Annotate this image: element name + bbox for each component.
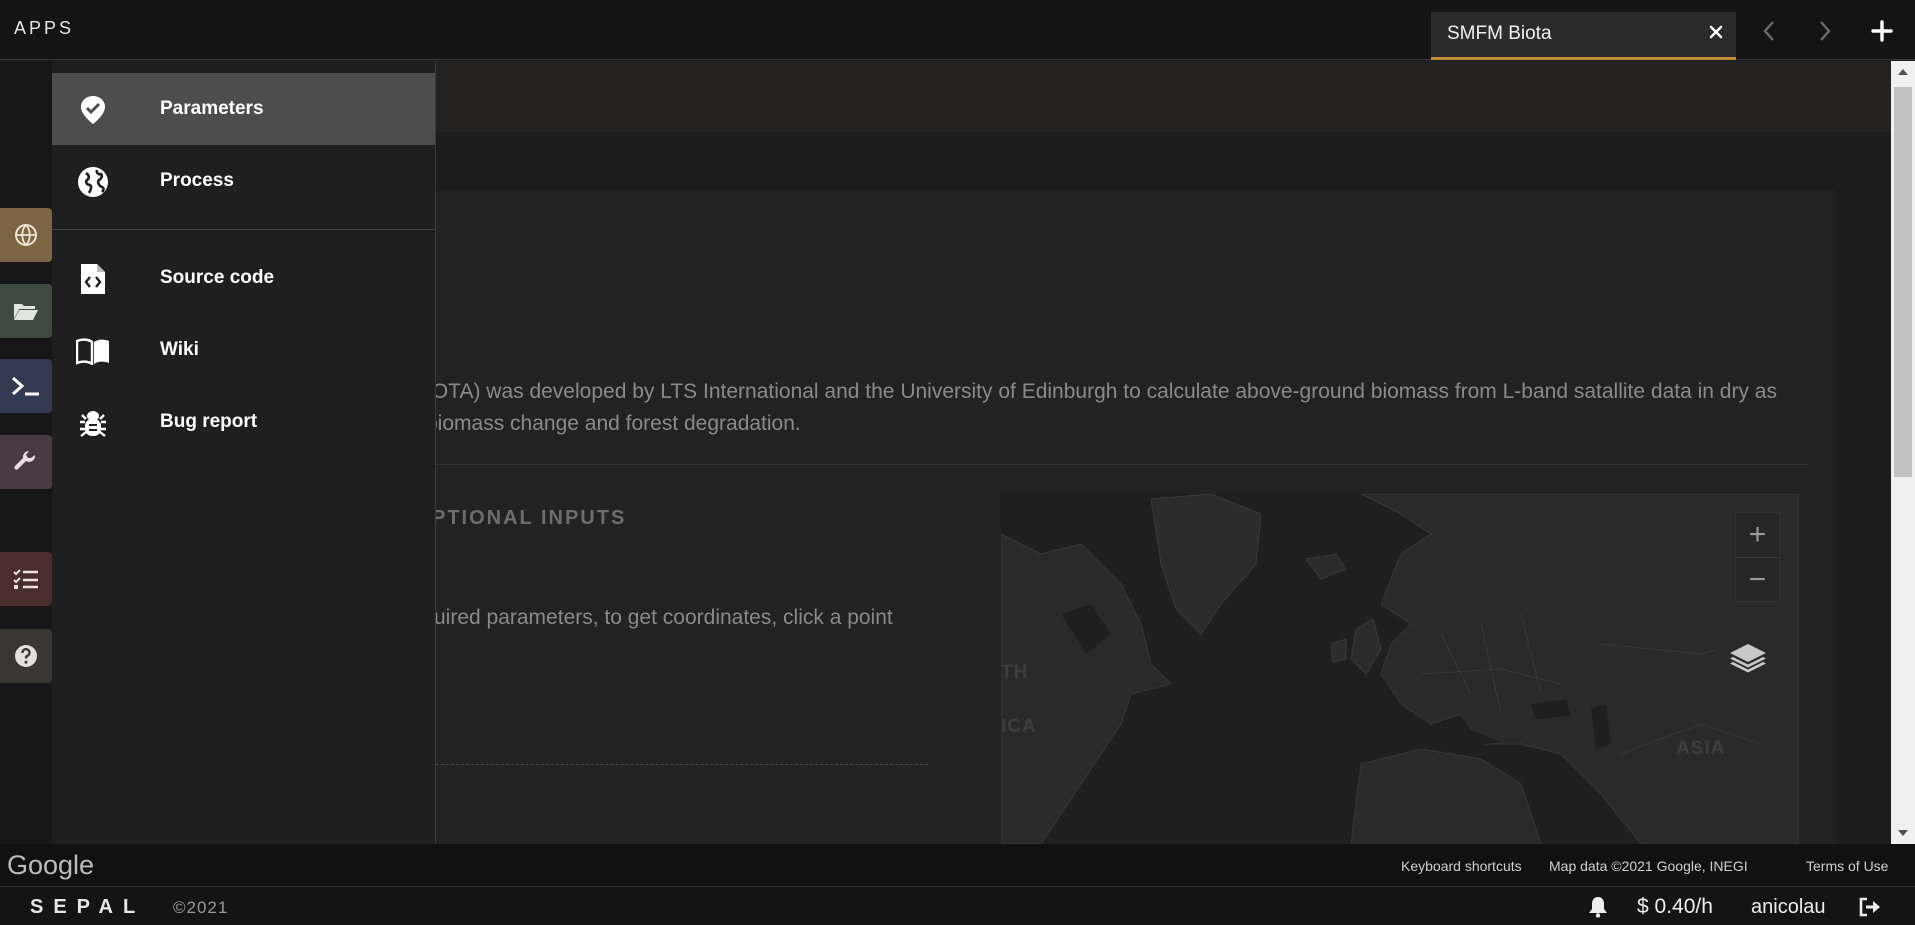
- terms-of-use-link[interactable]: Terms of Use: [1806, 858, 1888, 874]
- book-icon: [76, 334, 110, 368]
- chevron-right-icon[interactable]: [1808, 14, 1842, 48]
- map-footer: Google Keyboard shortcuts Map data ©2021…: [0, 844, 1915, 886]
- menu-item-label: Process: [160, 170, 234, 191]
- google-logo: Google: [7, 850, 95, 880]
- content-scrollbar[interactable]: [1891, 61, 1915, 844]
- rail-files-button[interactable]: [0, 284, 52, 338]
- logout-icon[interactable]: [1858, 895, 1882, 919]
- layers-icon: [1728, 638, 1768, 676]
- sepal-brand[interactable]: SEPAL: [30, 896, 145, 919]
- user-menu[interactable]: anicolau: [1751, 896, 1826, 919]
- menu-item-label: Source code: [160, 267, 275, 288]
- rail-apps-button[interactable]: [0, 435, 52, 489]
- app-tab-title: SMFM Biota: [1447, 23, 1552, 44]
- keyboard-shortcuts-link[interactable]: Keyboard shortcuts: [1401, 858, 1522, 874]
- budget-rate[interactable]: $ 0.40/h: [1637, 895, 1713, 919]
- optional-inputs-header: PTIONAL INPUTS: [432, 507, 627, 529]
- code-file-icon: [76, 262, 110, 296]
- chevron-left-icon[interactable]: [1752, 14, 1786, 48]
- map-data-attribution: Map data ©2021 Google, INEGI: [1549, 858, 1748, 874]
- rail-help-button[interactable]: [0, 629, 52, 683]
- folder-icon: [13, 301, 39, 321]
- about-text: IOTA) was developed by LTS International…: [426, 380, 1777, 435]
- app-menu: Parameters Process Source code Wiki Bug …: [52, 61, 436, 844]
- wrench-icon: [14, 450, 38, 474]
- scroll-up-arrow[interactable]: [1891, 61, 1915, 83]
- menu-item-bug-report[interactable]: Bug report: [52, 386, 435, 458]
- apps-label[interactable]: APPS: [14, 18, 74, 39]
- top-bar: APPS SMFM Biota: [0, 0, 1915, 60]
- zoom-in-button[interactable]: +: [1736, 513, 1779, 557]
- required-parameters-text: uired parameters, to get coordinates, cl…: [434, 606, 893, 629]
- menu-divider: [52, 229, 435, 230]
- terminal-icon: [11, 375, 41, 397]
- layers-button[interactable]: [1715, 624, 1780, 689]
- menu-item-source-code[interactable]: Source code: [52, 242, 435, 314]
- globe-icon: [14, 223, 38, 247]
- menu-item-label: Parameters: [160, 98, 264, 119]
- input-underline: [356, 764, 928, 765]
- map-label-north-america-2: ICA: [1001, 716, 1037, 737]
- scroll-thumb[interactable]: [1894, 87, 1912, 477]
- app-rail: [0, 61, 52, 844]
- plus-icon[interactable]: [1865, 14, 1899, 48]
- menu-item-parameters[interactable]: Parameters: [52, 73, 435, 145]
- rail-terminal-button[interactable]: [0, 359, 52, 413]
- world-map[interactable]: TH ICA ASIA: [1001, 494, 1799, 844]
- map-label-north-america-1: TH: [1001, 662, 1029, 683]
- menu-item-process[interactable]: Process: [52, 145, 435, 217]
- zoom-out-button[interactable]: −: [1736, 557, 1779, 601]
- scroll-down-arrow[interactable]: [1891, 822, 1915, 844]
- map-label-asia: ASIA: [1676, 738, 1726, 759]
- menu-item-label: Bug report: [160, 411, 258, 432]
- map-zoom-control: + −: [1735, 512, 1780, 602]
- menu-item-label: Wiki: [160, 339, 199, 360]
- bell-icon[interactable]: [1586, 895, 1610, 919]
- map-pin-check-icon: [76, 93, 110, 127]
- bug-icon: [76, 406, 110, 440]
- copyright: ©2021: [173, 898, 229, 917]
- help-icon: [14, 644, 38, 668]
- card-divider: [356, 464, 1808, 465]
- app-header-band: [356, 61, 1891, 132]
- globe-icon: [76, 165, 110, 199]
- map-landmass: [1001, 494, 1799, 844]
- tasks-icon: [13, 568, 39, 590]
- rail-tasks-button[interactable]: [0, 552, 52, 606]
- status-bar: SEPAL ©2021 $ 0.40/h anicolau: [0, 886, 1915, 925]
- close-icon[interactable]: [1704, 20, 1728, 44]
- menu-item-wiki[interactable]: Wiki: [52, 314, 435, 386]
- app-tab-smfm-biota[interactable]: SMFM Biota: [1431, 12, 1736, 60]
- rail-process-button[interactable]: [0, 208, 52, 262]
